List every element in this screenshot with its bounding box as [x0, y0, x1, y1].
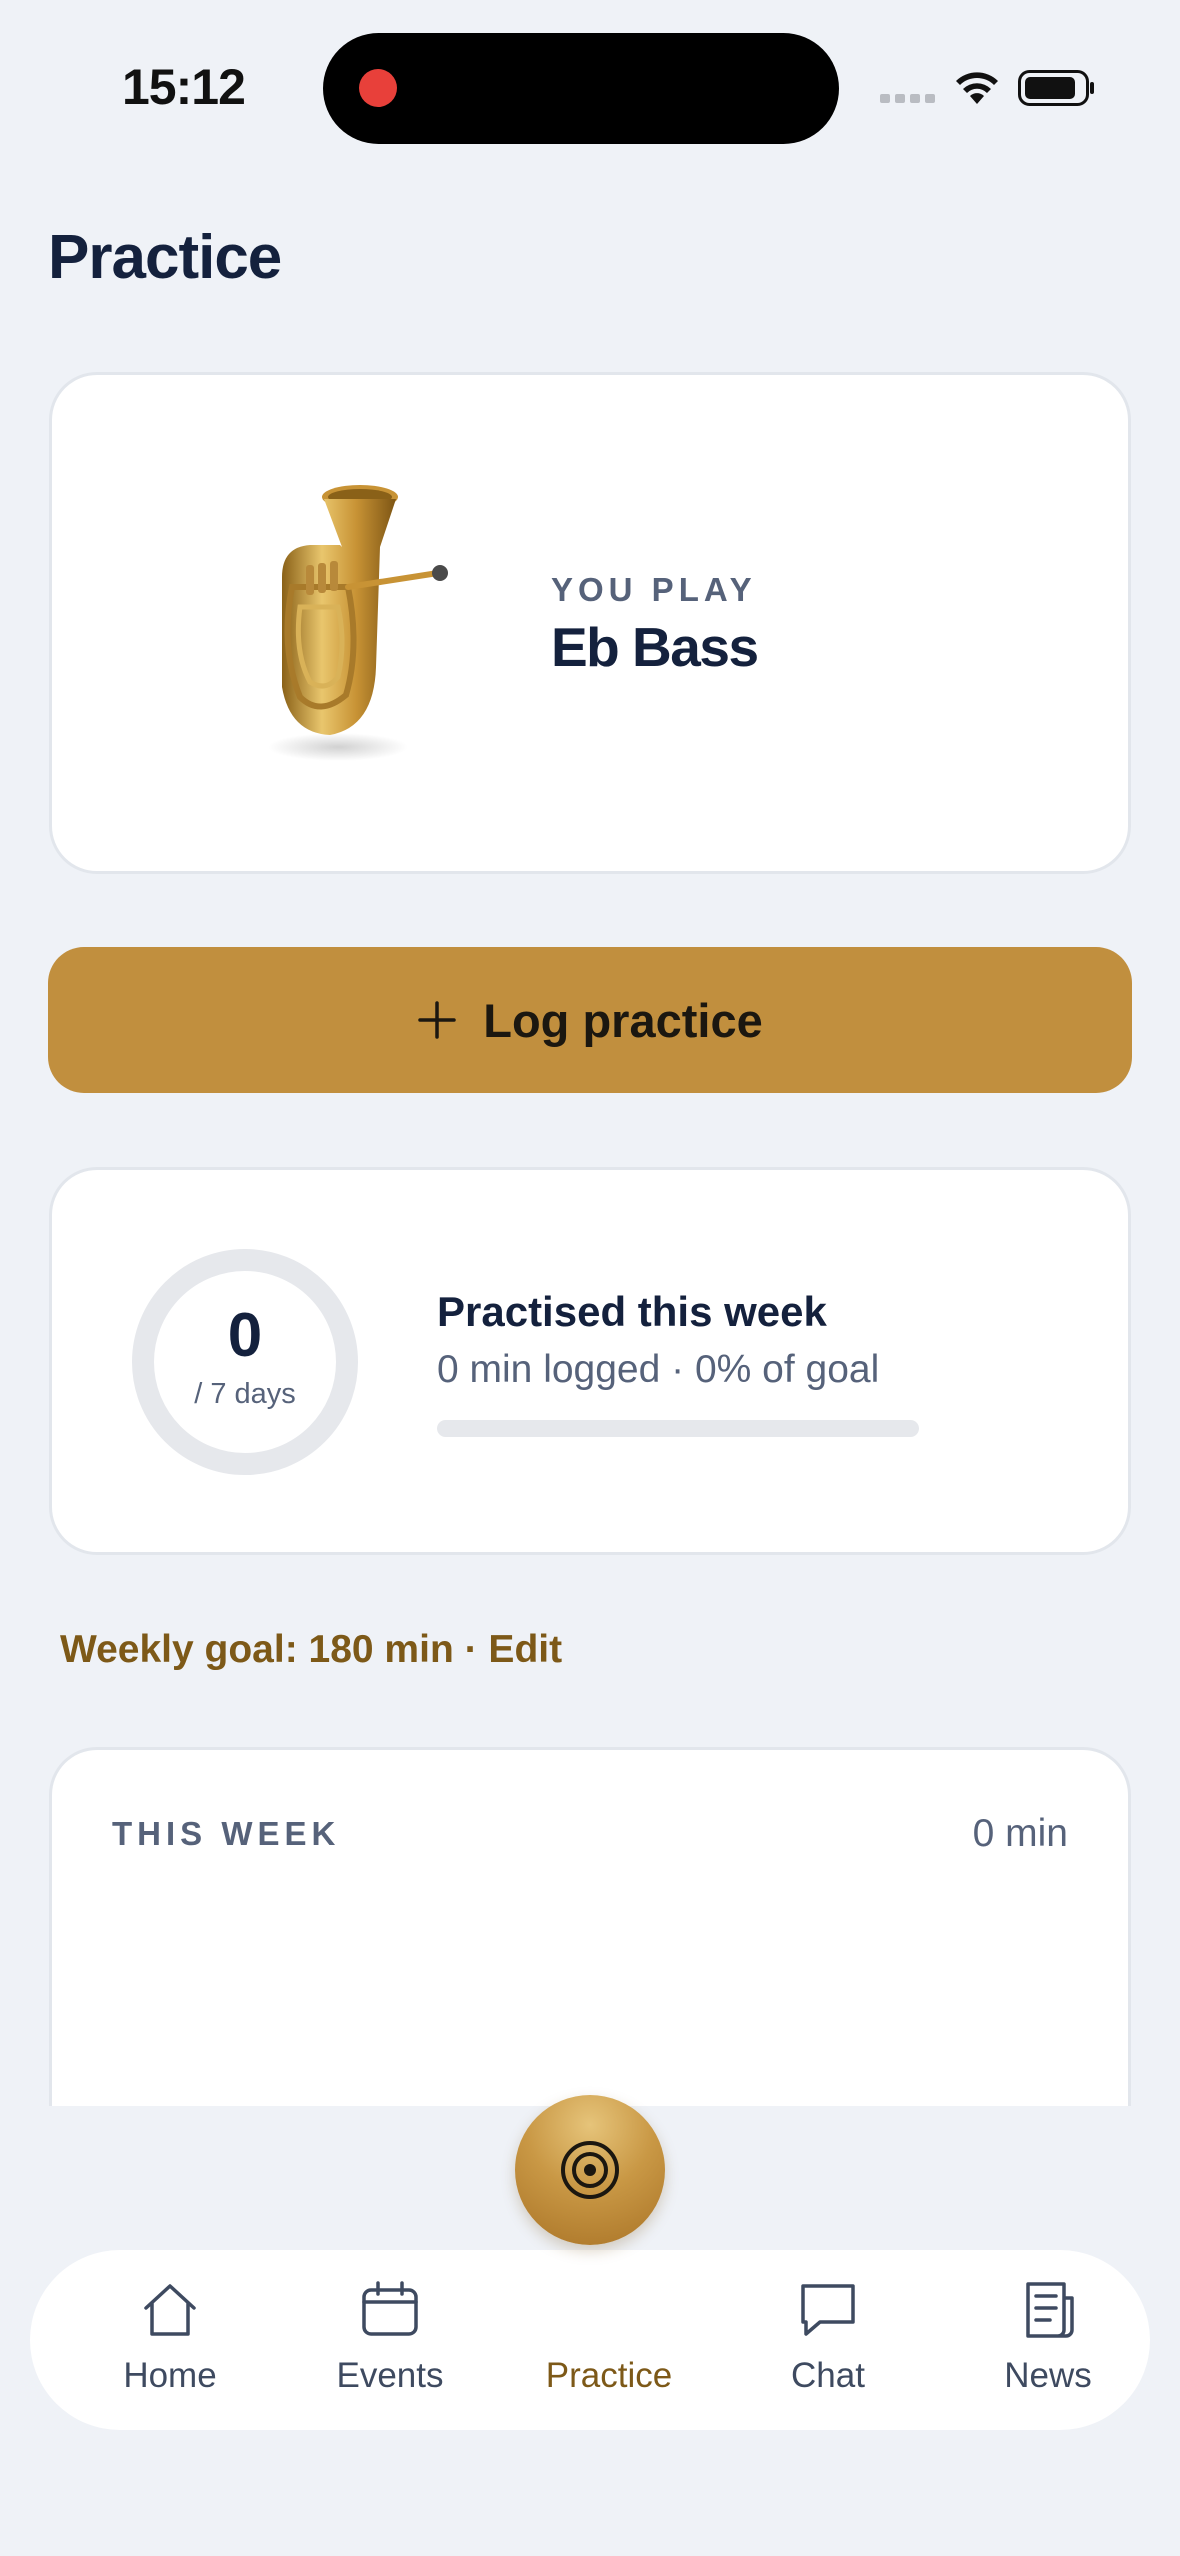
calendar-icon — [362, 2281, 418, 2336]
weekly-goal-edit-link[interactable]: Weekly goal: 180 min · Edit — [60, 1628, 562, 1672]
nav-label-news: News — [1004, 2356, 1092, 2395]
log-practice-button[interactable]: Log practice — [48, 947, 1132, 1093]
this-week-total: 0 min — [972, 1812, 1068, 1855]
status-time: 15:12 — [122, 59, 246, 115]
recording-dot-icon — [359, 69, 397, 107]
bottom-nav: Home Events Practice Chat News — [30, 2250, 1150, 2430]
chat-icon — [801, 2284, 855, 2336]
weekly-goal-progress-bar — [437, 1420, 919, 1437]
signal-icon — [880, 94, 935, 103]
this-week-label: THIS WEEK — [112, 1815, 341, 1852]
nav-item-news[interactable]: News — [943, 2250, 1153, 2430]
week-summary-title: Practised this week — [437, 1288, 827, 1335]
nav-label-events: Events — [336, 2356, 444, 2395]
home-icon — [144, 2284, 196, 2336]
nav-label-home: Home — [123, 2356, 217, 2395]
practice-fab-button[interactable] — [515, 2095, 665, 2245]
plus-icon — [418, 1001, 457, 1039]
nav-label-chat: Chat — [791, 2356, 865, 2395]
log-practice-label: Log practice — [483, 993, 763, 1047]
nav-item-events[interactable]: Events — [285, 2250, 495, 2430]
news-icon — [1026, 2282, 1074, 2338]
week-summary-card: 0 / 7 days Practised this week 0 min log… — [49, 1167, 1131, 1555]
nav-item-practice[interactable]: Practice — [504, 2250, 714, 2430]
instrument-card[interactable]: YOU PLAY Eb Bass — [49, 372, 1131, 874]
nav-item-chat[interactable]: Chat — [723, 2250, 933, 2430]
you-play-label: YOU PLAY — [551, 571, 757, 608]
week-summary-subtitle: 0 min logged · 0% of goal — [437, 1348, 880, 1391]
battery-icon — [1018, 70, 1094, 106]
tuba-icon — [268, 485, 448, 761]
this-week-card: THIS WEEK 0 min — [49, 1747, 1131, 2147]
target-icon — [561, 2141, 619, 2199]
days-count: 0 — [227, 1301, 263, 1370]
nav-label-practice: Practice — [545, 2356, 673, 2395]
instrument-name: Eb Bass — [551, 616, 759, 678]
nav-item-home[interactable]: Home — [65, 2250, 275, 2430]
wifi-icon — [956, 72, 998, 104]
dynamic-island — [323, 33, 839, 144]
page-title: Practice — [48, 223, 282, 292]
days-suffix: / 7 days — [194, 1378, 296, 1410]
